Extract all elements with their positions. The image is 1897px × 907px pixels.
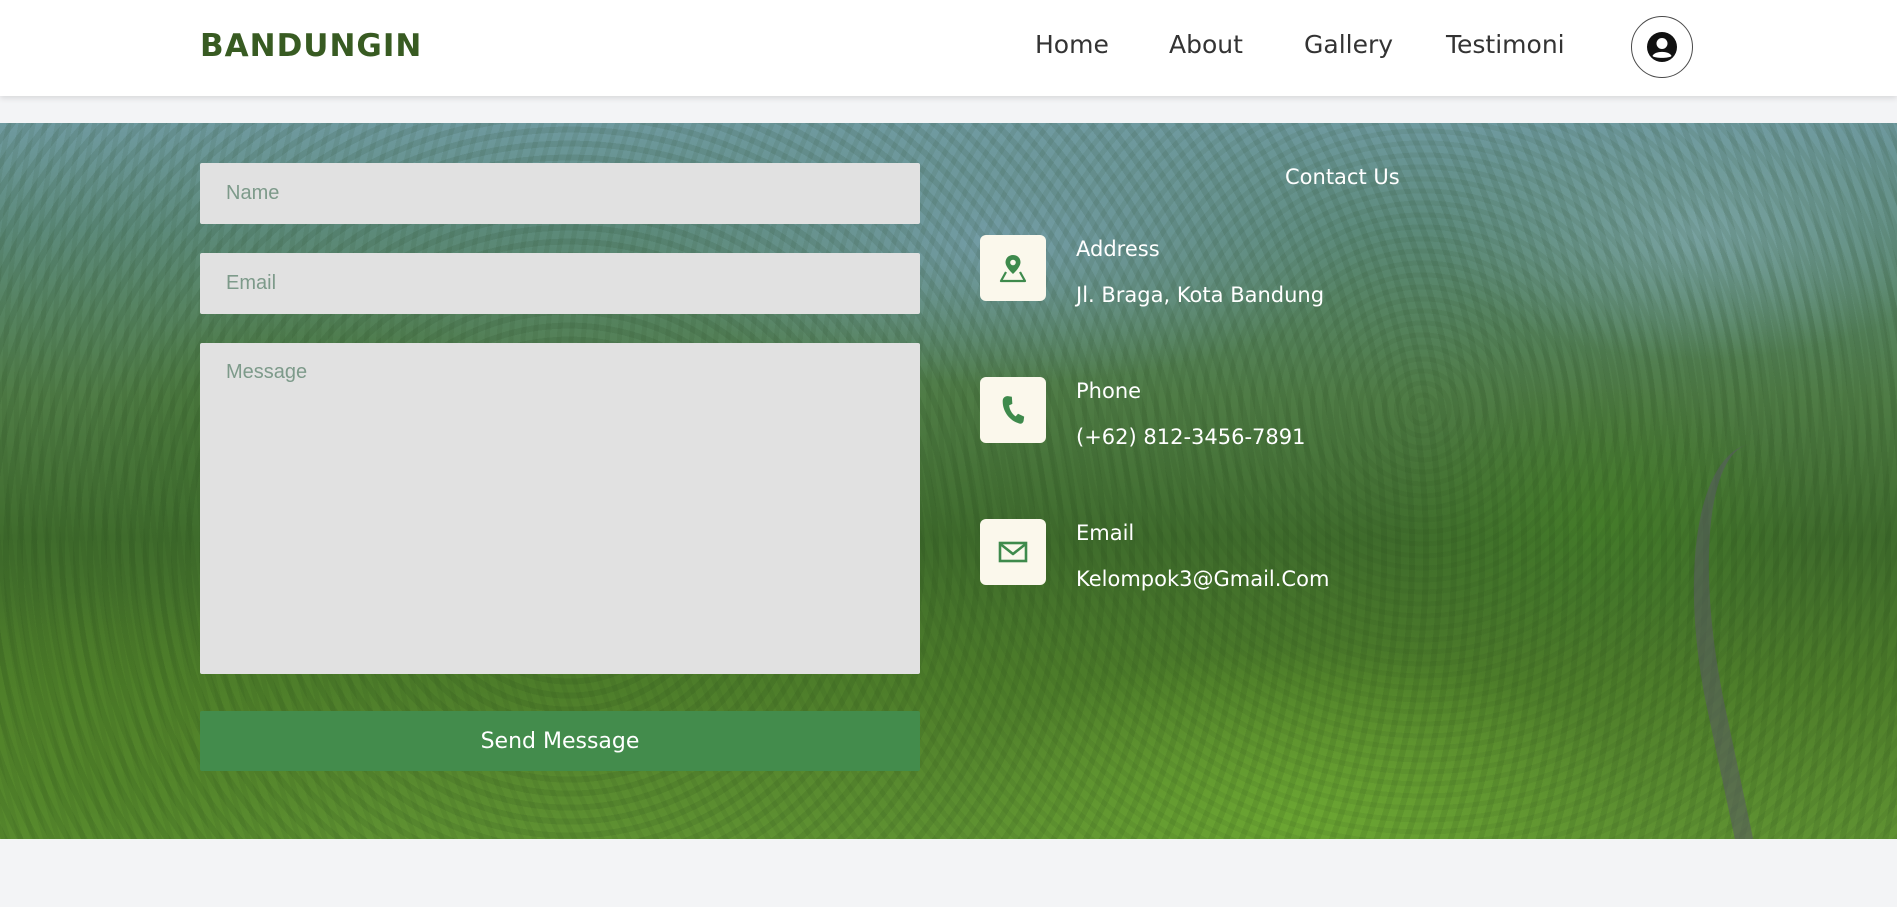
phone-value: (+62) 812-3456-7891	[1076, 425, 1306, 449]
name-input[interactable]	[200, 163, 920, 224]
user-account-button[interactable]	[1631, 16, 1693, 78]
brand-logo[interactable]: BANDUNGIN	[200, 28, 422, 64]
map-pin-icon	[999, 255, 1027, 283]
email-label: Email	[1076, 521, 1135, 545]
email-icon-box	[980, 519, 1046, 585]
navbar: BANDUNGIN Home About Gallery Testimoni	[0, 0, 1897, 96]
user-circle-icon	[1647, 32, 1677, 62]
message-textarea[interactable]	[200, 343, 920, 674]
address-label: Address	[1076, 237, 1160, 261]
address-value: Jl. Braga, Kota Bandung	[1076, 283, 1325, 307]
address-icon-box	[980, 235, 1046, 301]
nav-link-gallery[interactable]: Gallery	[1304, 30, 1393, 59]
email-value[interactable]: Kelompok3@Gmail.Com	[1076, 567, 1329, 591]
nav-link-about[interactable]: About	[1169, 30, 1243, 59]
email-input[interactable]	[200, 253, 920, 314]
send-message-button[interactable]: Send Message	[200, 711, 920, 771]
contact-section: Send Message	[0, 123, 1897, 839]
contact-title: Contact Us	[1285, 165, 1400, 189]
background-road	[1655, 430, 1897, 839]
phone-label: Phone	[1076, 379, 1142, 403]
mail-icon	[998, 541, 1028, 563]
phone-icon	[1002, 396, 1025, 424]
nav-link-home[interactable]: Home	[1035, 30, 1109, 59]
nav-link-testimoni[interactable]: Testimoni	[1446, 30, 1565, 59]
phone-icon-box	[980, 377, 1046, 443]
